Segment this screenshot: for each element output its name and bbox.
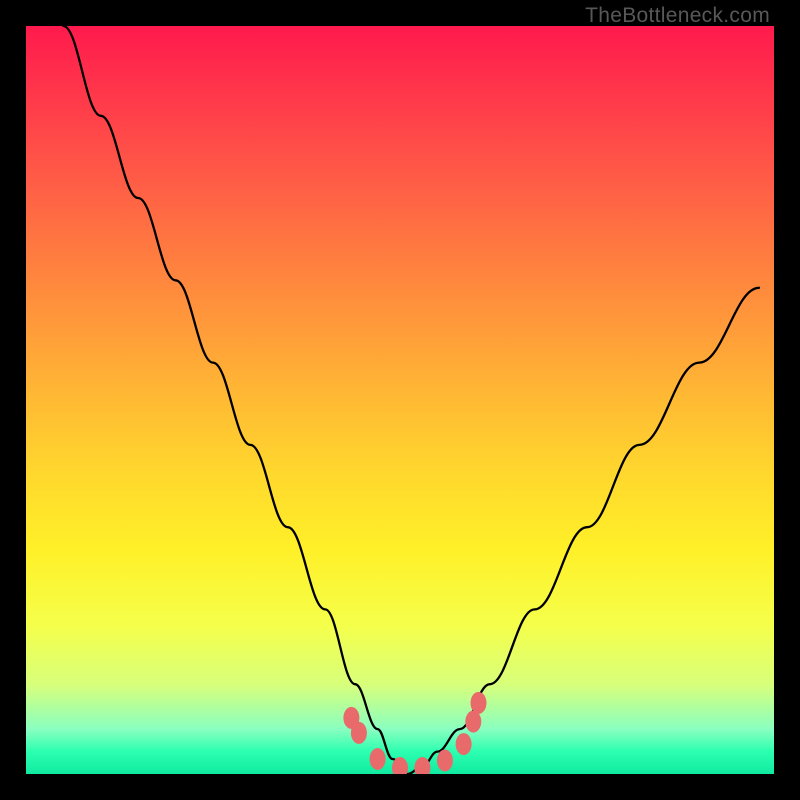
chart-marker bbox=[437, 750, 453, 772]
chart-marker bbox=[456, 733, 472, 755]
chart-svg bbox=[26, 26, 774, 774]
chart-marker bbox=[471, 692, 487, 714]
chart-marker bbox=[351, 722, 367, 744]
chart-marker bbox=[465, 711, 481, 733]
chart-plot-area bbox=[26, 26, 774, 774]
chart-marker bbox=[370, 748, 386, 770]
attribution-text: TheBottleneck.com bbox=[585, 4, 770, 28]
chart-frame: TheBottleneck.com bbox=[0, 0, 800, 800]
chart-marker bbox=[414, 757, 430, 774]
bottleneck-curve bbox=[63, 26, 759, 774]
